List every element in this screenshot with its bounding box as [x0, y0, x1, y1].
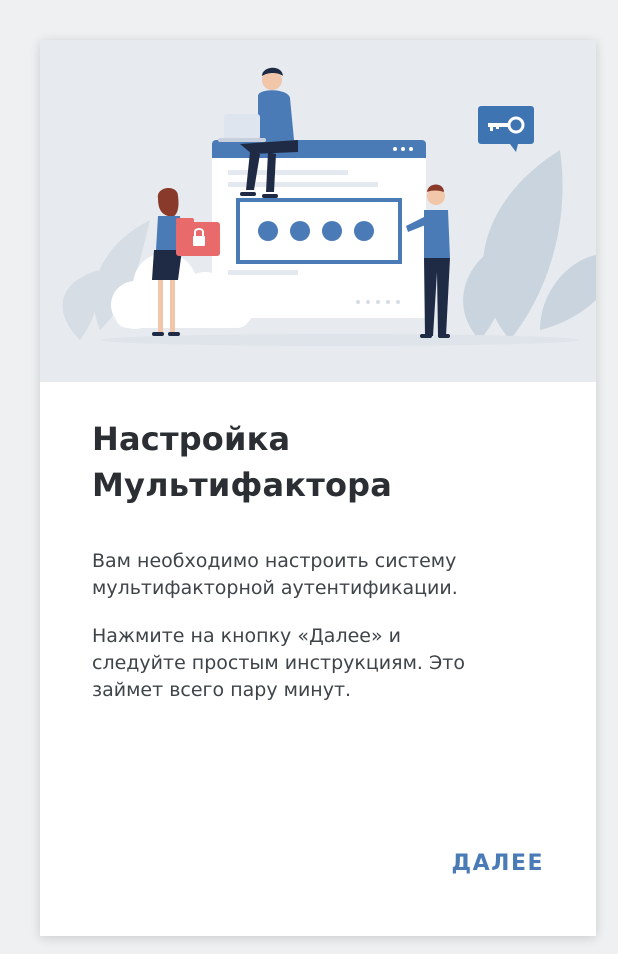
- laptop-icon: [218, 114, 266, 142]
- next-button[interactable]: ДАЛЕЕ: [452, 851, 544, 876]
- mfa-setup-card: Настройка Мультифактора Вам необходимо н…: [40, 40, 596, 936]
- title-line-1: Настройка: [92, 420, 291, 458]
- paragraph-1-line-1: Вам необходимо настроить систему: [92, 550, 457, 572]
- paragraph-2-line-2: следуйте простым инструкциям. Это: [92, 652, 465, 674]
- page-title: Настройка Мультифактора: [92, 416, 552, 508]
- hero-illustration: [40, 40, 596, 382]
- lock-icon: [176, 218, 220, 256]
- title-line-2: Мультифактора: [92, 466, 393, 504]
- description-paragraph-1: Вам необходимо настроить систему мультиф…: [92, 548, 552, 602]
- paragraph-2-line-1: Нажмите на кнопку «Далее» и: [92, 625, 401, 647]
- paragraph-1-line-2: мультифакторной аутентификации.: [92, 577, 458, 599]
- key-icon: [478, 106, 534, 152]
- description-paragraph-2: Нажмите на кнопку «Далее» и следуйте про…: [92, 623, 552, 704]
- dialog-content: Настройка Мультифактора Вам необходимо н…: [92, 416, 552, 704]
- paragraph-2-line-3: займет всего пару минут.: [92, 679, 352, 701]
- password-dots-icon: [236, 198, 402, 264]
- leaf-decoration-right: [463, 150, 596, 340]
